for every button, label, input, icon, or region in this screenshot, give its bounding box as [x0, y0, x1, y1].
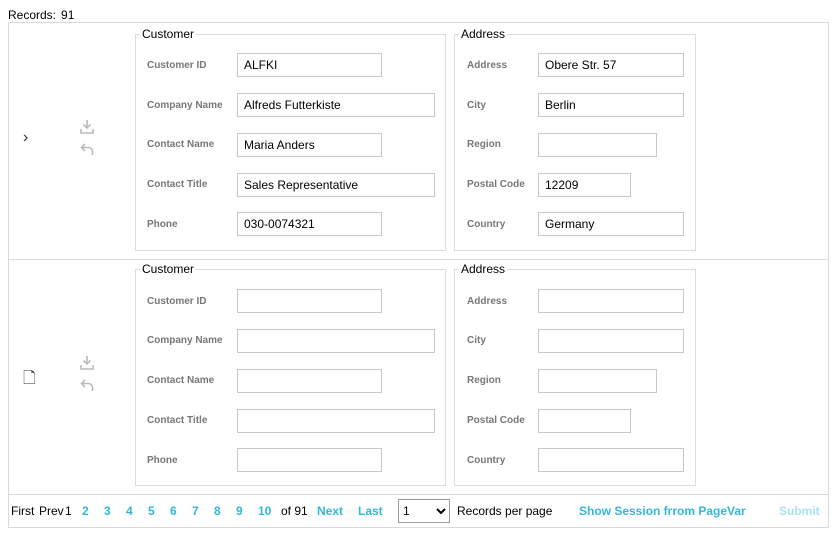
pager-page-link[interactable]: 5 [148, 504, 155, 518]
pager-page-link[interactable]: 4 [126, 504, 133, 518]
new-record-row[interactable]: 🗋 Customer Customer ID Company Name Cont… [9, 260, 828, 494]
save-icon[interactable] [79, 119, 95, 135]
pager-total: of 91 [281, 504, 308, 518]
save-icon[interactable] [79, 355, 95, 371]
pager-current-page: 1 [65, 504, 72, 518]
records-label: Records: [8, 8, 57, 22]
pager-page-link[interactable]: 6 [170, 504, 177, 518]
customer-id-field[interactable]: ALFKI [237, 53, 382, 77]
pager-last[interactable]: Last [358, 504, 383, 518]
company-name-field[interactable] [237, 329, 435, 353]
postal-code-label: Postal Code [467, 415, 525, 426]
region-field[interactable] [538, 369, 657, 393]
pager-page-link[interactable]: 7 [192, 504, 199, 518]
contact-title-label: Contact Title [147, 179, 208, 190]
chevron-right-icon: › [23, 129, 29, 146]
country-field[interactable] [538, 448, 684, 472]
customer-legend: Customer [142, 27, 195, 41]
pager-page-link[interactable]: 8 [214, 504, 221, 518]
contact-title-field[interactable]: Sales Representative [237, 173, 435, 197]
pager-page-link[interactable]: 9 [236, 504, 243, 518]
records-per-page-select[interactable]: 1 [398, 499, 450, 523]
phone-label: Phone [147, 455, 178, 466]
address-label: Address [467, 296, 508, 307]
postal-code-label: Postal Code [467, 179, 525, 190]
postal-code-field[interactable] [538, 409, 631, 433]
city-label: City [467, 335, 486, 346]
postal-code-field[interactable]: 12209 [538, 173, 631, 197]
pager-prev[interactable]: Prev [39, 504, 64, 518]
undo-icon[interactable] [79, 141, 95, 157]
record-row[interactable]: › Customer Customer ID ALFKI Company Nam… [9, 23, 828, 260]
country-field[interactable]: Germany [538, 212, 684, 236]
address-field[interactable]: Obere Str. 57 [538, 53, 684, 77]
record-grid: › Customer Customer ID ALFKI Company Nam… [8, 22, 829, 528]
pager: First Prev 1 2 3 4 5 6 7 8 9 10 of 91 Ne… [8, 494, 829, 527]
contact-name-label: Contact Name [147, 139, 215, 150]
address-label: Address [467, 60, 508, 71]
city-field[interactable]: Berlin [538, 93, 684, 117]
new-record-icon: 🗋 [23, 370, 36, 387]
region-label: Region [467, 139, 501, 150]
company-name-label: Company Name [147, 335, 223, 346]
records-value: 91 [61, 8, 75, 22]
records-per-page-label: Records per page [457, 504, 553, 518]
phone-field[interactable] [237, 448, 382, 472]
show-session-link[interactable]: Show Session frrom PageVar [579, 504, 746, 518]
records-count: Records: 91 [8, 8, 74, 22]
region-field[interactable] [538, 133, 657, 157]
contact-name-label: Contact Name [147, 375, 215, 386]
contact-title-label: Contact Title [147, 415, 208, 426]
submit-button[interactable]: Submit [779, 504, 820, 518]
contact-name-field[interactable] [237, 369, 382, 393]
country-label: Country [467, 455, 506, 466]
address-field[interactable] [538, 289, 684, 313]
country-label: Country [467, 219, 506, 230]
phone-label: Phone [147, 219, 178, 230]
pager-first[interactable]: First [11, 504, 34, 518]
undo-icon[interactable] [79, 377, 95, 393]
customer-id-label: Customer ID [147, 60, 207, 71]
city-field[interactable] [538, 329, 684, 353]
company-name-field[interactable]: Alfreds Futterkiste [237, 93, 435, 117]
customer-id-field[interactable] [237, 289, 382, 313]
company-name-label: Company Name [147, 100, 223, 111]
pager-page-link[interactable]: 3 [104, 504, 111, 518]
pager-page-link[interactable]: 2 [82, 504, 89, 518]
customer-legend: Customer [142, 262, 195, 276]
region-label: Region [467, 375, 501, 386]
customer-id-label: Customer ID [147, 296, 207, 307]
contact-name-field[interactable]: Maria Anders [237, 133, 382, 157]
pager-next[interactable]: Next [317, 504, 343, 518]
phone-field[interactable]: 030-0074321 [237, 212, 382, 236]
pager-page-link[interactable]: 10 [258, 504, 271, 518]
city-label: City [467, 100, 486, 111]
contact-title-field[interactable] [237, 409, 435, 433]
address-legend: Address [461, 262, 506, 276]
address-legend: Address [461, 27, 506, 41]
